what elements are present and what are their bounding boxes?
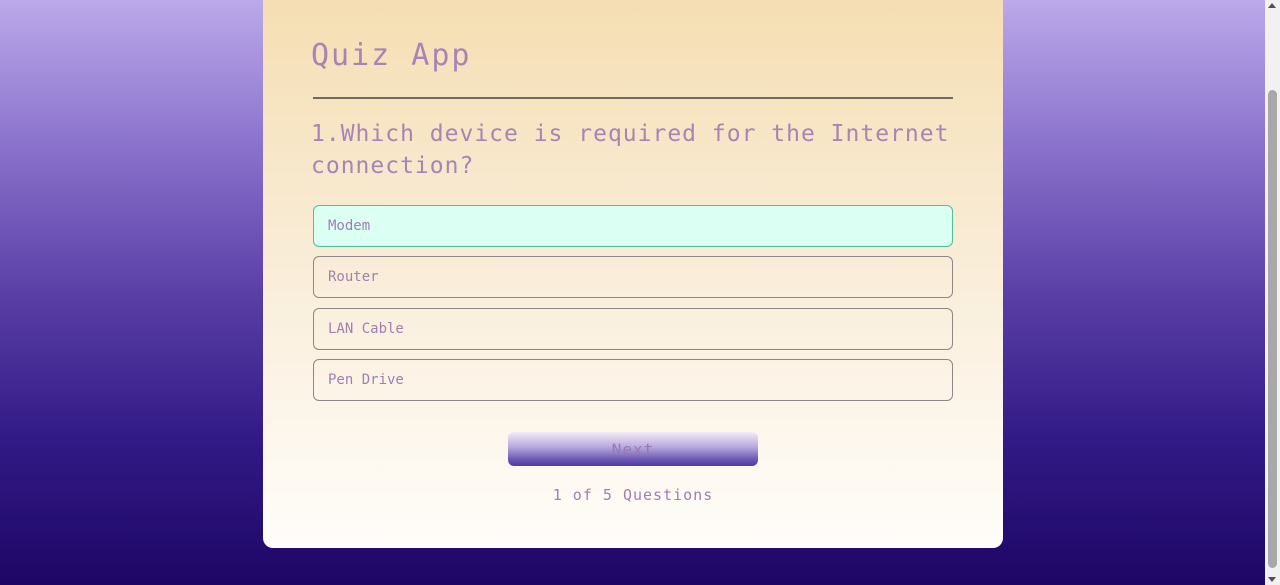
answer-option-pen-drive[interactable]: Pen Drive: [313, 358, 953, 401]
answer-option-modem[interactable]: Modem: [313, 205, 953, 247]
next-button[interactable]: Next: [508, 432, 758, 466]
answer-option-lan-cable[interactable]: LAN Cable: [313, 307, 953, 350]
scrollbar-thumb[interactable]: [1268, 90, 1277, 568]
scroll-up-arrow-icon[interactable]: [1268, 3, 1276, 8]
scroll-down-arrow-icon[interactable]: [1268, 577, 1276, 582]
question-text: 1.Which device is required for the Inter…: [311, 121, 950, 179]
quiz-card: Quiz App 1.Which device is required for …: [263, 0, 1003, 548]
page-scrollbar[interactable]: [1265, 0, 1280, 585]
title-divider: [313, 97, 953, 99]
answer-option-router[interactable]: Router: [313, 256, 953, 299]
answer-options: Modem Router LAN Cable Pen Drive: [313, 205, 953, 410]
app-title: Quiz App: [311, 38, 472, 73]
question-progress: 1 of 5 Questions: [552, 486, 714, 504]
